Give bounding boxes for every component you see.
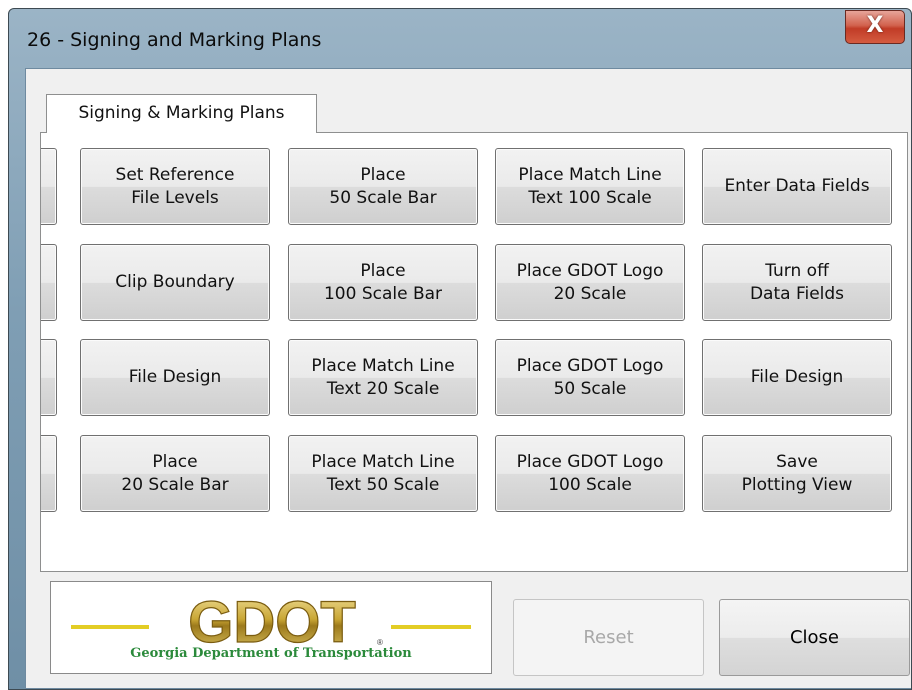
tab-panel: Set Reference File Levels Place 50 Scale… — [40, 132, 908, 572]
place-100-scale-bar-button[interactable]: Place 100 Scale Bar — [288, 244, 478, 321]
place-match-line-text-50-scale-button[interactable]: Place Match Line Text 50 Scale — [288, 435, 478, 512]
window-close-button[interactable]: X — [845, 10, 905, 44]
reset-button[interactable]: Reset — [513, 599, 704, 676]
button-label: Place 20 Scale Bar — [121, 451, 229, 495]
file-design-button[interactable]: File Design — [80, 339, 270, 416]
place-50-scale-bar-button[interactable]: Place 50 Scale Bar — [288, 148, 478, 225]
place-gdot-logo-20-scale-button[interactable]: Place GDOT Logo 20 Scale — [495, 244, 685, 321]
button-label: Clip Boundary — [115, 272, 235, 292]
place-match-line-text-20-scale-button[interactable]: Place Match Line Text 20 Scale — [288, 339, 478, 416]
hidden-column-button[interactable] — [41, 148, 57, 225]
place-gdot-logo-50-scale-button[interactable]: Place GDOT Logo 50 Scale — [495, 339, 685, 416]
gdot-logo: GDOT ® Georgia Department of Transportat… — [50, 581, 492, 674]
hidden-column-button[interactable] — [41, 244, 57, 321]
button-label: Place GDOT Logo 100 Scale — [516, 451, 664, 495]
dialog-client-area: Signing & Marking Plans Set Reference Fi… — [25, 68, 911, 689]
tab-signing-marking-plans[interactable]: Signing & Marking Plans — [46, 94, 317, 133]
place-20-scale-bar-button[interactable]: Place 20 Scale Bar — [80, 435, 270, 512]
button-label: Place 50 Scale Bar — [329, 164, 437, 208]
button-label: Set Reference File Levels — [115, 164, 235, 208]
tab-label: Signing & Marking Plans — [78, 103, 285, 123]
button-label: File Design — [750, 367, 844, 387]
hidden-column-button[interactable] — [41, 339, 57, 416]
logo-caption: Georgia Department of Transportation — [130, 646, 412, 661]
button-label: Place GDOT Logo 50 Scale — [516, 355, 664, 399]
enter-data-fields-button[interactable]: Enter Data Fields — [702, 148, 892, 225]
clip-boundary-button[interactable]: Clip Boundary — [80, 244, 270, 321]
button-label: Place 100 Scale Bar — [323, 260, 443, 304]
gdot-wordmark-icon: GDOT ® — [188, 589, 383, 655]
place-match-line-text-100-scale-button[interactable]: Place Match Line Text 100 Scale — [495, 148, 685, 225]
button-label: Place Match Line Text 50 Scale — [311, 451, 455, 495]
close-label: Close — [789, 627, 840, 648]
save-plotting-view-button[interactable]: Save Plotting View — [702, 435, 892, 512]
button-label: Enter Data Fields — [724, 176, 870, 196]
button-label: Place GDOT Logo 20 Scale — [516, 260, 664, 304]
window-title: 26 - Signing and Marking Plans — [27, 29, 322, 51]
button-label: Place Match Line Text 100 Scale — [518, 164, 662, 208]
button-label: File Design — [128, 367, 222, 387]
hidden-column-button[interactable] — [41, 435, 57, 512]
button-label: Turn off Data Fields — [749, 260, 845, 304]
reset-label: Reset — [583, 627, 634, 648]
set-reference-file-levels-button[interactable]: Set Reference File Levels — [80, 148, 270, 225]
close-button[interactable]: Close — [719, 599, 910, 676]
close-icon: X — [866, 13, 884, 38]
file-design-button-2[interactable]: File Design — [702, 339, 892, 416]
turn-off-data-fields-button[interactable]: Turn off Data Fields — [702, 244, 892, 321]
button-label: Place Match Line Text 20 Scale — [311, 355, 455, 399]
button-label: Save Plotting View — [741, 451, 853, 495]
title-bar[interactable]: 26 - Signing and Marking Plans X — [9, 9, 911, 67]
place-gdot-logo-100-scale-button[interactable]: Place GDOT Logo 100 Scale — [495, 435, 685, 512]
dialog-window: 26 - Signing and Marking Plans X Signing… — [8, 8, 912, 690]
